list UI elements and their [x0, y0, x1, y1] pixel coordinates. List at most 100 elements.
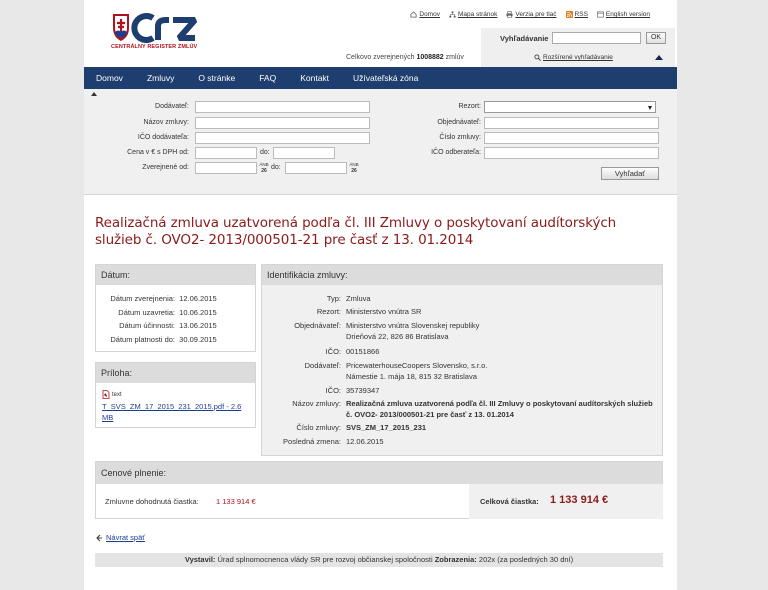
- buyer-ico-input[interactable]: [484, 147, 659, 159]
- price-box: Cenové plnenie: Zmluvne dohodnutá čiastk…: [95, 461, 663, 519]
- ident-key: IČO:: [325, 347, 341, 356]
- page-title: Realizačná zmluva uzatvorená podľa čl. I…: [95, 215, 617, 248]
- filter-panel: Dodávateľ: Názov zmluvy: IČO dodávateľa:…: [84, 89, 677, 195]
- supplier-input[interactable]: [195, 101, 370, 113]
- ident-value: SVS_ZM_17_2015_231: [346, 423, 427, 432]
- ident-value: Drieňová 22, 826 86 Bratislava: [346, 332, 449, 341]
- calendar-day: 26: [261, 168, 267, 174]
- ident-key: Číslo zmluvy:: [296, 423, 341, 432]
- price-from-label: Cena v € s DPH od:: [127, 149, 189, 156]
- rss-icon: [565, 11, 573, 18]
- date-row: Dátum platnosti do: 30.09.2015: [102, 335, 216, 344]
- search-box: Vyhľadávanie OK Rozšírené vyhľadávanie: [481, 28, 675, 68]
- contract-name-input[interactable]: [195, 117, 370, 129]
- buyer-label: Objednávateľ:: [437, 119, 481, 126]
- contract-identification-box: Identifikácia zmluvy: Typ: Zmluva Rezort:…: [261, 264, 663, 456]
- print-icon: [506, 11, 513, 18]
- english-link[interactable]: English version: [597, 11, 650, 18]
- ident-value: 00151866: [346, 347, 380, 356]
- back-link-label: Návrat späť: [106, 533, 146, 542]
- counter-value: 1008882: [416, 54, 444, 61]
- calendar-day: 26: [351, 168, 357, 174]
- nav-item-uzivatelska-zona[interactable]: Užívateľská zóna: [341, 67, 430, 89]
- advanced-search-label: Rozšírené vyhľadávanie: [543, 54, 613, 61]
- nav-item-kontakt[interactable]: Kontakt: [288, 67, 341, 89]
- calendar-icon[interactable]: ÁNB 26: [349, 162, 359, 174]
- calendar-icon[interactable]: ÁNB 26: [259, 162, 269, 174]
- attachment-box: Príloha: text T_SVS_ZM_17_2015_231_2015.…: [95, 362, 256, 428]
- ident-value: Zmluva: [346, 294, 371, 303]
- published-to-label: do:: [271, 164, 281, 171]
- date-value: 10.06.2015: [179, 308, 217, 317]
- date-value: 12.06.2015: [179, 294, 217, 303]
- filter-search-button[interactable]: Vyhľadať: [601, 167, 659, 180]
- english-link-label: English version: [605, 11, 650, 18]
- attachment-type: text: [102, 390, 122, 399]
- total-amount-label: Celková čiastka:: [480, 497, 539, 506]
- ident-key: IČO:: [325, 386, 341, 395]
- ident-value: 12.06.2015: [346, 437, 384, 446]
- crz-logo-mark: [113, 13, 198, 43]
- contract-counter: Celkovo zverejnených 1008882 zmlúv: [346, 54, 464, 61]
- attachment-link[interactable]: T_SVS_ZM_17_2015_231_2015.pdf - 2.6 MB: [102, 401, 252, 423]
- ident-key: Názov zmluvy:: [292, 399, 341, 408]
- rss-link[interactable]: RSS: [565, 11, 588, 18]
- main-nav: Domov Zmluvy O stránke FAQ Kontakt Užíva…: [84, 67, 677, 89]
- site-logo[interactable]: CENTRÁLNY REGISTER ZMLÚV: [111, 12, 199, 56]
- price-to-label: do:: [260, 149, 270, 156]
- pdf-file-icon: [102, 390, 110, 399]
- nav-item-zmluvy[interactable]: Zmluvy: [135, 67, 186, 89]
- ident-key: Rezort:: [316, 307, 341, 316]
- page-container: CENTRÁLNY REGISTER ZMLÚV Domov Mapa strá…: [84, 0, 677, 590]
- nav-item-domov[interactable]: Domov: [84, 67, 135, 89]
- counter-label: Celkovo zverejnených: [346, 54, 415, 61]
- published-from-input[interactable]: [195, 162, 257, 174]
- rss-link-label: RSS: [574, 11, 588, 18]
- search-label: Vyhľadávanie: [500, 34, 549, 43]
- issued-by-label: Vystavil:: [184, 555, 216, 564]
- buyer-input[interactable]: [484, 117, 659, 129]
- published-to-input[interactable]: [285, 162, 347, 174]
- price-from-input[interactable]: [195, 147, 257, 159]
- buyer-ico-label: IČO odberateľa:: [431, 149, 481, 156]
- date-row: Dátum zverejnenia: 12.06.2015: [102, 294, 217, 303]
- agreed-amount-value: 1 133 914 €: [216, 497, 256, 506]
- identification-heading: Identifikácia zmluvy:: [262, 265, 662, 285]
- ident-key: Objednávateľ:: [294, 321, 341, 330]
- counter-unit: zmlúv: [445, 54, 464, 61]
- search-input[interactable]: [552, 32, 641, 44]
- print-link[interactable]: Verzia pre tlač: [506, 11, 557, 18]
- attachment-type-label: text: [112, 391, 122, 398]
- ident-key: Dodávateľ:: [304, 361, 341, 370]
- home-link-label: Domov: [419, 11, 440, 18]
- total-amount-value: 1 133 914 €: [550, 494, 609, 506]
- contract-number-input[interactable]: [484, 132, 659, 144]
- footer-bar: Vystavil: Úrad splnomocnenca vlády SR pr…: [95, 553, 663, 567]
- nav-item-o-stranke[interactable]: O stránke: [186, 67, 247, 89]
- ministry-label: Rezort:: [458, 103, 481, 110]
- date-value: 13.06.2015: [179, 321, 217, 330]
- sitemap-link[interactable]: Mapa stránok: [449, 11, 497, 18]
- collapse-arrow-icon[interactable]: [655, 55, 663, 60]
- home-icon: [410, 11, 417, 18]
- advanced-search-link[interactable]: Rozšírené vyhľadávanie: [534, 54, 613, 61]
- filter-collapse-icon[interactable]: [91, 92, 97, 96]
- date-key: Dátum platnosti do:: [110, 335, 175, 344]
- ident-key: Typ:: [326, 294, 341, 303]
- contract-name-label: Názov zmluvy:: [143, 119, 189, 126]
- ministry-select[interactable]: [484, 101, 656, 113]
- back-link[interactable]: Návrat späť: [95, 533, 145, 542]
- supplier-ico-input[interactable]: [195, 132, 370, 144]
- published-from-label: Zverejnené od:: [142, 164, 189, 171]
- ident-value: 35739347: [346, 386, 380, 395]
- print-link-label: Verzia pre tlač: [515, 11, 557, 18]
- views-value: 202x (za posledných 30 dní): [478, 555, 574, 564]
- price-to-input[interactable]: [273, 147, 335, 159]
- search-ok-button[interactable]: OK: [646, 32, 666, 44]
- home-link[interactable]: Domov: [410, 11, 440, 18]
- attachment-file-link[interactable]: T_SVS_ZM_17_2015_231_2015.pdf - 2.6 MB: [102, 402, 241, 422]
- attachment-heading: Príloha:: [96, 363, 255, 383]
- contract-number-label: Číslo zmluvy:: [439, 134, 481, 141]
- back-arrow-icon: [96, 534, 102, 541]
- nav-item-faq[interactable]: FAQ: [247, 67, 288, 89]
